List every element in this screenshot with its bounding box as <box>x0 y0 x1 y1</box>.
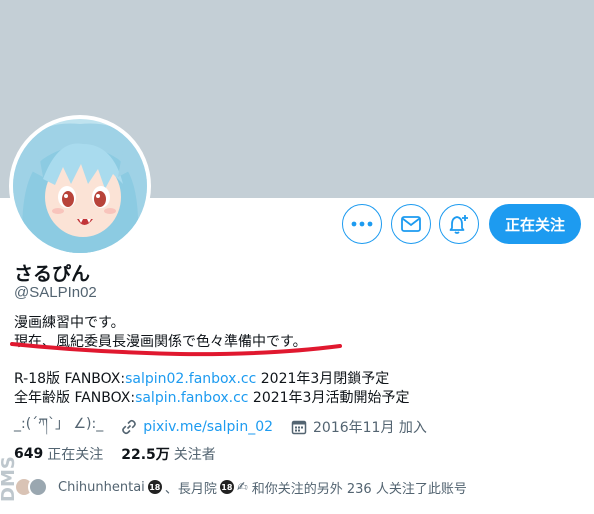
mutual-avatar <box>28 477 48 497</box>
followers-you-know[interactable]: Chihunhentai 18 、 長月院 18 ✍ 和你关注的另外 236 人… <box>14 476 467 498</box>
notifications-button[interactable] <box>439 204 479 244</box>
fanbox-r18-suffix: 2021年3月閉鎖予定 <box>256 371 390 387</box>
joined-date: 2016年11月 加入 <box>291 417 427 437</box>
following-button[interactable]: 正在关注 <box>489 204 581 244</box>
bio-line-1: 漫画練習中です。 <box>14 315 125 331</box>
follow-stats: 649 正在关注 22.5万 关注者 <box>14 444 234 464</box>
location: _:(´ཀ`」 ∠):_ <box>14 407 103 447</box>
fanbox-r18-line: R-18版 FANBOX:salpin02.fanbox.cc 2021年3月閉… <box>14 370 409 389</box>
fanbox-all-link[interactable]: salpin.fanbox.cc <box>135 390 248 406</box>
profile-meta: _:(´ཀ`」 ∠):_ pixiv.me/salpin_02 2016年11月… <box>14 416 445 438</box>
fanbox-r18-prefix: R-18版 FANBOX: <box>14 371 126 387</box>
r18-badge-icon: 18 <box>147 480 162 494</box>
bell-plus-icon <box>449 215 468 234</box>
mutual-suffix: 和你关注的另外 236 人关注了此账号 <box>251 481 467 497</box>
website[interactable]: pixiv.me/salpin_02 <box>121 419 273 435</box>
link-icon <box>122 419 137 435</box>
following-label[interactable]: 正在关注 <box>47 444 103 464</box>
mutual-name-2: 長月院 <box>177 481 217 497</box>
display-name: さるぴん <box>14 263 91 285</box>
fanbox-info: R-18版 FANBOX:salpin02.fanbox.cc 2021年3月閉… <box>14 370 409 408</box>
red-underline-annotation <box>10 342 342 357</box>
calendar-icon <box>291 420 307 435</box>
mail-icon <box>401 216 421 232</box>
mutual-name-1: Chihunhentai <box>58 479 145 495</box>
more-dots-icon <box>351 221 373 227</box>
website-link[interactable]: pixiv.me/salpin_02 <box>143 419 273 435</box>
more-options-button[interactable] <box>342 204 382 244</box>
mutual-separator: 、 <box>164 481 178 497</box>
svg-text:DMS: DMS <box>0 456 19 502</box>
joined-text: 2016年11月 加入 <box>313 420 427 436</box>
message-button[interactable] <box>391 204 431 244</box>
fanbox-all-suffix: 2021年3月活動開始予定 <box>248 390 410 406</box>
fanbox-all-prefix: 全年齢版 FANBOX: <box>14 390 136 406</box>
avatar[interactable] <box>9 115 151 257</box>
location-text: _:(´ཀ`」 ∠):_ <box>14 416 104 432</box>
followers-label[interactable]: 关注者 <box>174 444 216 464</box>
fanbox-r18-link[interactable]: salpin02.fanbox.cc <box>125 371 256 387</box>
r18-badge-icon: 18 <box>219 480 234 494</box>
pencil-icon: ✍ <box>236 479 248 495</box>
watermark: DMS <box>0 456 19 502</box>
user-handle: @SALPIn02 <box>14 284 97 301</box>
fanbox-all-line: 全年齢版 FANBOX:salpin.fanbox.cc 2021年3月活動開始… <box>14 389 409 408</box>
followers-count[interactable]: 22.5万 <box>121 444 170 464</box>
avatar-illustration <box>13 119 147 253</box>
